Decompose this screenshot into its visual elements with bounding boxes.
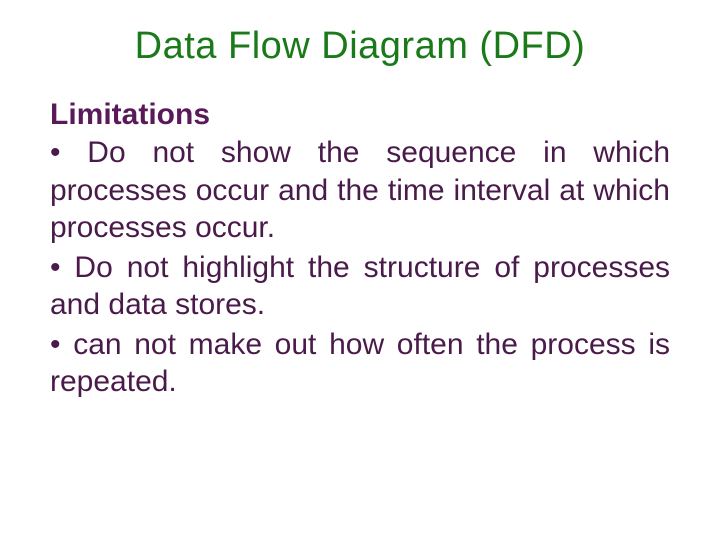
section-heading: Limitations <box>50 98 670 132</box>
bullet-item: • Do not highlight the structure of proc… <box>50 249 670 324</box>
slide-title: Data Flow Diagram (DFD) <box>50 25 670 68</box>
bullet-item: • Do not show the sequence in which proc… <box>50 134 670 247</box>
bullet-item: • can not make out how often the process… <box>50 326 670 401</box>
